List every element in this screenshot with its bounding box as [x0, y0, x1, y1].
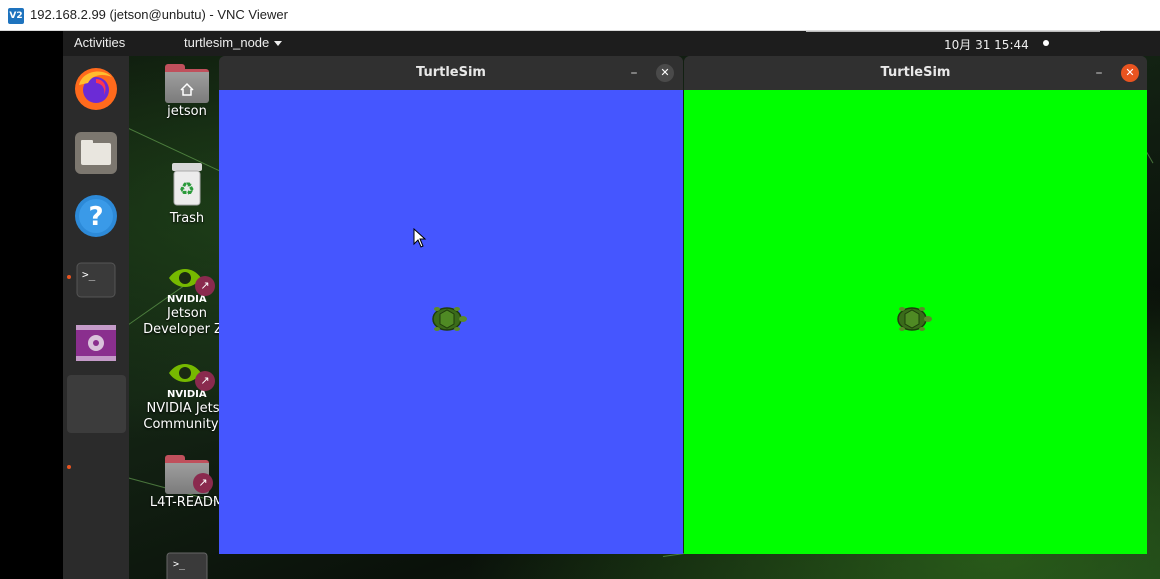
turtlesim-canvas[interactable]	[219, 90, 683, 554]
app-menu-label: turtlesim_node	[184, 35, 270, 50]
remote-desktop: Activities turtlesim_node 10月 31 15:44 ?…	[0, 31, 1160, 579]
turtle-icon	[895, 304, 933, 334]
clock[interactable]: 10月 31 15:44	[944, 36, 1029, 53]
firefox-icon[interactable]	[72, 65, 120, 113]
files-icon[interactable]	[72, 129, 120, 177]
window-title: TurtleSim	[880, 65, 951, 80]
svg-text:>_: >_	[173, 559, 186, 570]
svg-text:NVIDIA: NVIDIA	[167, 294, 207, 305]
vnc-window-title: 192.168.2.99 (jetson@unbutu) - VNC Viewe…	[30, 7, 288, 22]
terminal-icon: >_	[166, 552, 208, 579]
gnome-top-bar: Activities turtlesim_node 10月 31 15:44	[63, 31, 1160, 56]
link-arrow-icon: ↗	[193, 473, 213, 493]
svg-text:NVIDIA: NVIDIA	[167, 389, 207, 400]
turtlesim-window-blue[interactable]: TurtleSim – ✕	[219, 56, 683, 554]
terminal-shortcut[interactable]: >_	[141, 551, 233, 579]
minimize-button[interactable]: –	[625, 64, 643, 82]
recycle-bin-icon: ♻	[172, 163, 202, 206]
turtle-icon	[430, 304, 468, 334]
turtlesim-canvas[interactable]	[684, 90, 1147, 554]
close-button[interactable]: ✕	[1121, 64, 1139, 82]
window-titlebar[interactable]: TurtleSim – ✕	[219, 56, 683, 90]
vnc-logo-icon: V2	[8, 8, 24, 24]
window-titlebar[interactable]: TurtleSim – ✕	[684, 56, 1147, 90]
chevron-down-icon	[274, 41, 283, 47]
app-menu[interactable]: turtlesim_node	[184, 35, 283, 50]
link-arrow-icon: ↗	[195, 276, 215, 296]
help-icon[interactable]: ?	[72, 192, 120, 240]
minimize-button[interactable]: –	[1090, 64, 1108, 82]
close-button[interactable]: ✕	[656, 64, 674, 82]
turtlesim-window-green[interactable]: TurtleSim – ✕	[684, 56, 1147, 554]
svg-text:>_: >_	[82, 268, 96, 281]
activities-button[interactable]: Activities	[74, 35, 125, 50]
status-indicator-icon[interactable]	[1043, 40, 1049, 46]
svg-text:?: ?	[88, 202, 103, 232]
link-arrow-icon: ↗	[195, 371, 215, 391]
vnc-title-bar: V2 192.168.2.99 (jetson@unbutu) - VNC Vi…	[0, 0, 1160, 31]
video-player-icon[interactable]	[72, 319, 120, 367]
folder-icon: ↗	[165, 455, 213, 495]
svg-text:♻: ♻	[179, 179, 195, 200]
running-indicator	[67, 465, 71, 469]
mouse-cursor-icon	[413, 228, 427, 248]
folder-icon	[165, 64, 209, 104]
terminal-icon[interactable]: >_	[72, 256, 120, 304]
dock: ? >_	[63, 56, 129, 579]
running-indicator	[67, 275, 71, 279]
window-title: TurtleSim	[416, 65, 486, 80]
vnc-toolbar-overlay	[806, 31, 1100, 32]
active-app-slot[interactable]	[67, 375, 126, 433]
